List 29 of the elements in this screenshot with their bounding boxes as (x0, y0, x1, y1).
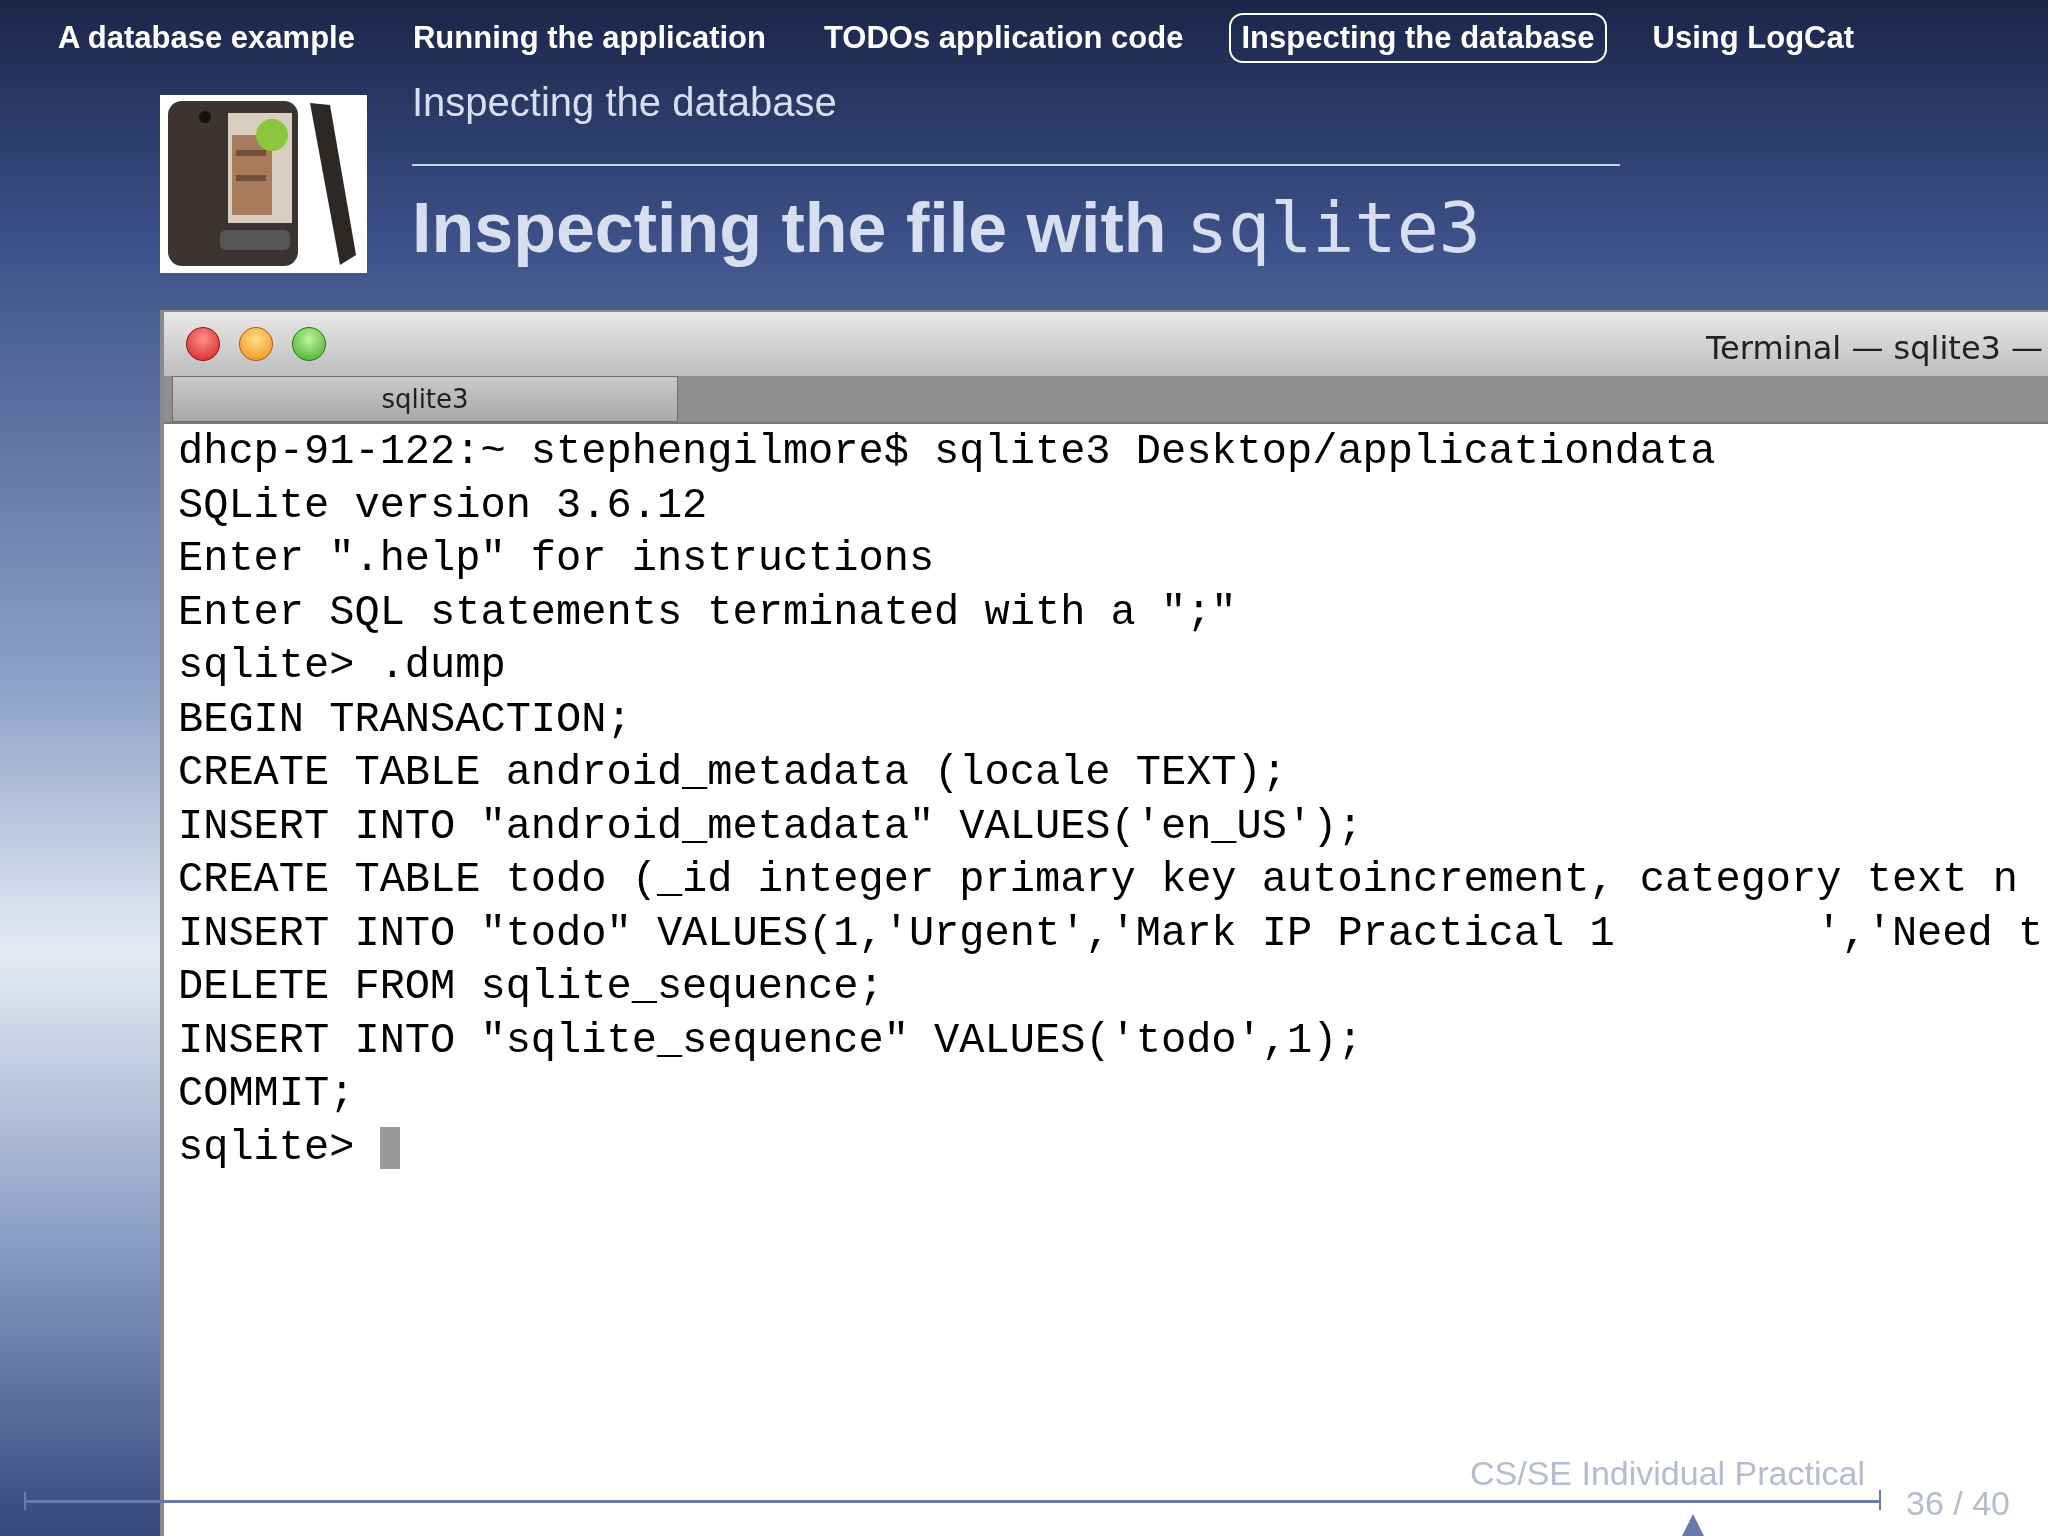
footer-title: CS/SE Individual Practical (1470, 1453, 1865, 1494)
nav-link[interactable]: Using LogCat (1640, 12, 1867, 64)
terminal-line: dhcp-91-122:~ stephengilmore$ sqlite3 Desktop/applicationdata (178, 427, 1716, 478)
close-button[interactable] (186, 327, 220, 361)
section-title: Inspecting the database (412, 79, 838, 126)
terminal-line: BEGIN TRANSACTION; (178, 694, 632, 746)
terminal-line: DELETE FROM sqlite_sequence; (178, 962, 884, 1013)
terminal-line: COMMIT; (178, 1069, 355, 1120)
terminal-line: sqlite> (178, 1122, 356, 1174)
terminal-line: CREATE TABLE android_metadata (locale TEXT); (178, 748, 1287, 799)
minimize-button[interactable] (239, 327, 273, 361)
terminal-line: INSERT INTO "android_metadata" VALUES('en_US'); (178, 801, 1363, 853)
nav-link[interactable]: A database example (46, 12, 367, 64)
terminal-line: INSERT INTO "todo" VALUES(1,'Urgent','Mark IP Practical 1 ','Need t (178, 908, 2044, 960)
terminal-line: Enter SQL statements terminated with a ";" (178, 587, 1237, 639)
terminal-line: sqlite> .dump (178, 641, 506, 692)
nav-link[interactable]: Inspecting the database (1229, 12, 1607, 64)
slide-marker-icon (1682, 1514, 1704, 1536)
window-title: Terminal — sqlite3 — (1706, 328, 2044, 369)
terminal-tab[interactable]: sqlite3 (172, 376, 678, 422)
page-number: 36 / 40 (1906, 1483, 2010, 1524)
nav-link[interactable]: TODOs application code (812, 12, 1196, 64)
terminal-line: SQLite version 3.6.12 (178, 480, 708, 532)
slide-title: Inspecting the file with sqlite3 (412, 186, 1482, 270)
nav-link[interactable]: Running the application (400, 12, 778, 64)
zoom-button[interactable] (292, 327, 326, 361)
terminal-line: CREATE TABLE todo (_id integer primary key autoincrement, category text n (178, 855, 2018, 906)
terminal-line: Enter ".help" for instructions (178, 534, 935, 585)
terminal-line: INSERT INTO "sqlite_sequence" VALUES('todo',1); (178, 1015, 1363, 1067)
